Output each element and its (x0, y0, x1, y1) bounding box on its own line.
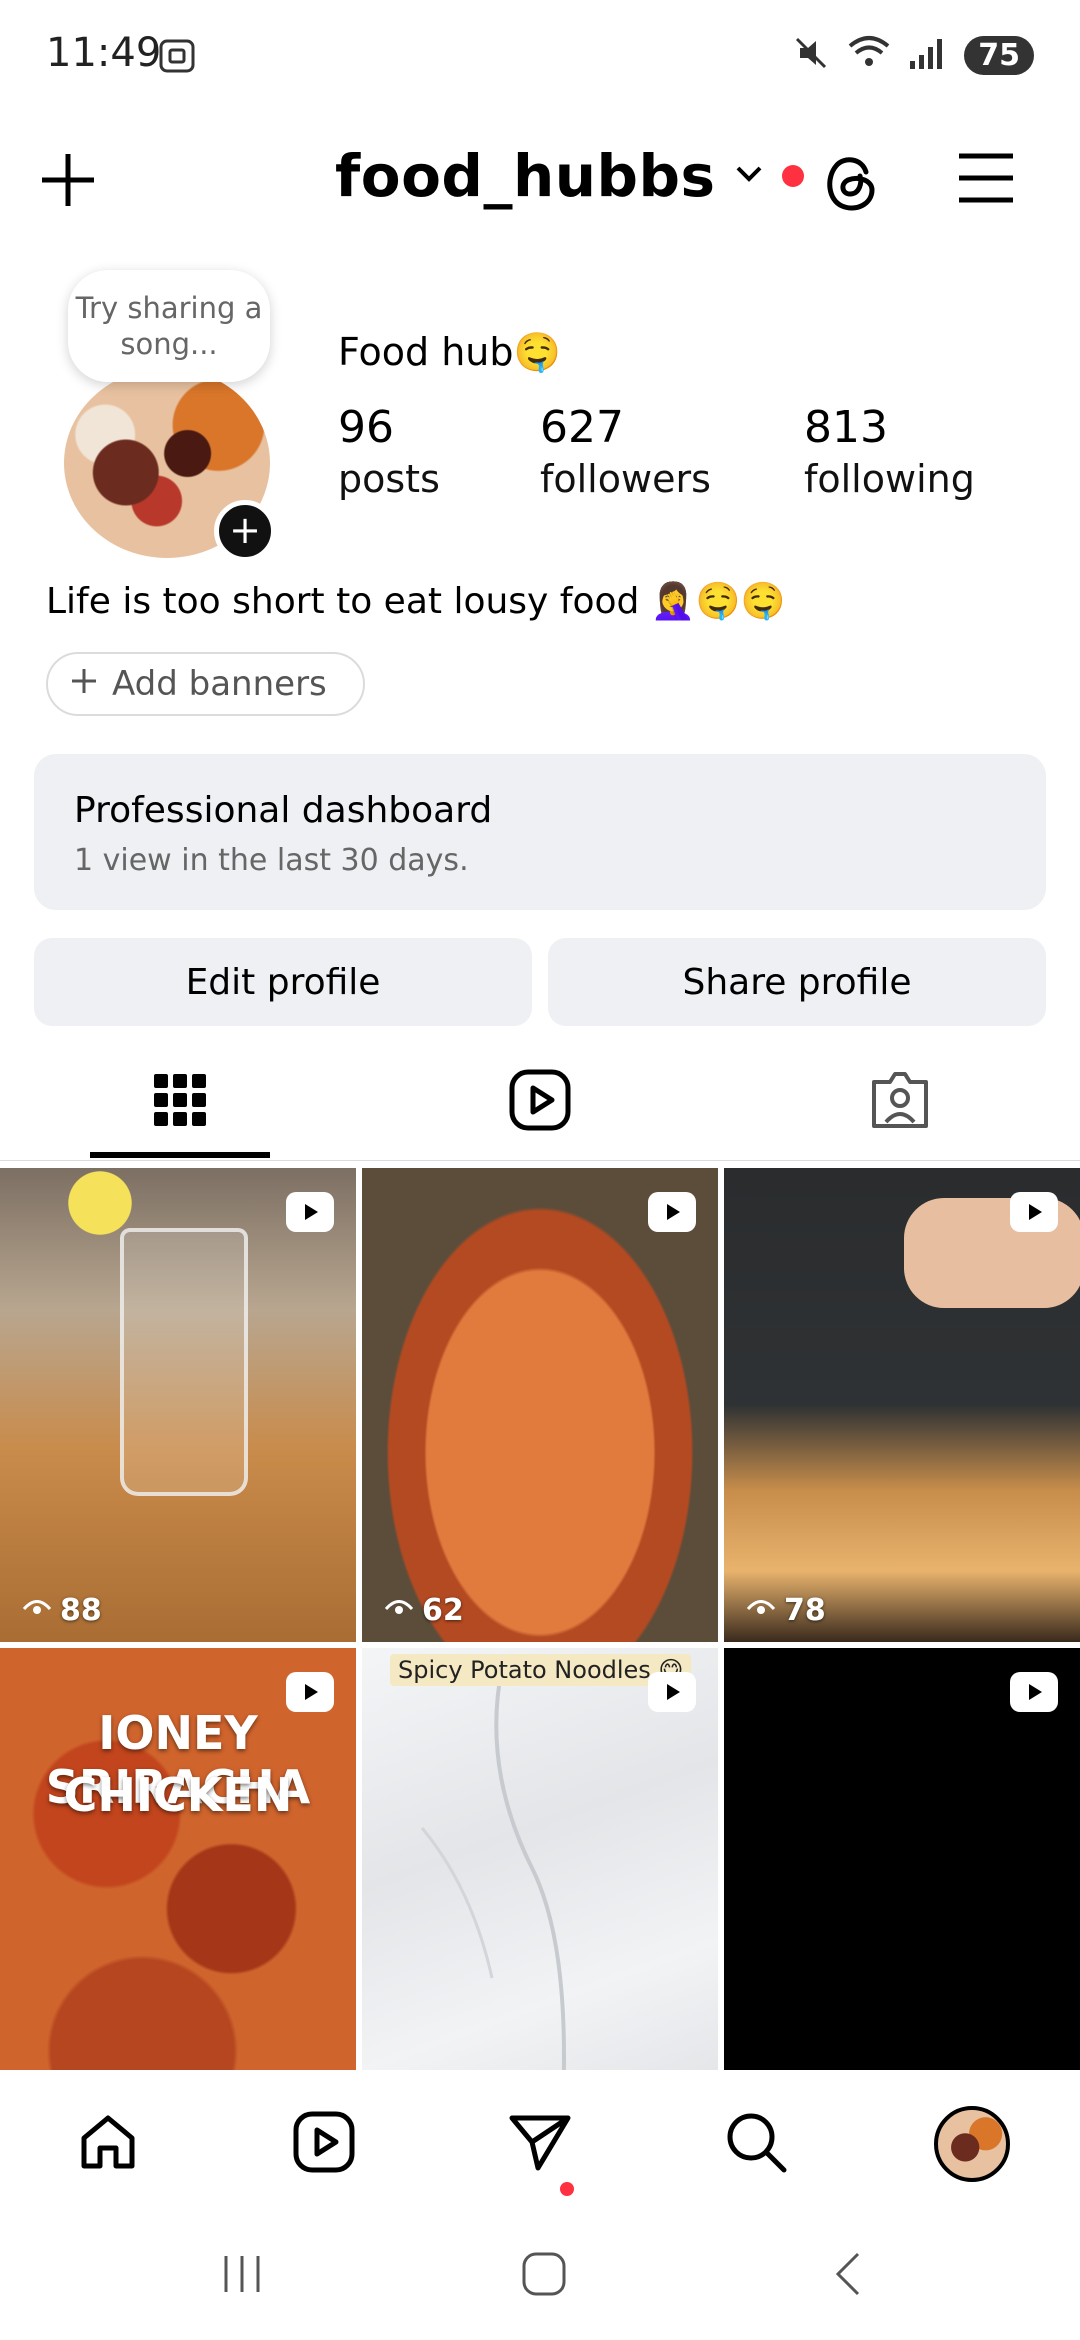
add-banners-button[interactable]: Add banners (46, 652, 365, 716)
status-bar: 11:49 75 (0, 0, 1080, 110)
post-tile[interactable]: Spicy Potato Noodles 😋 (362, 1648, 718, 2070)
post-tile[interactable] (724, 1648, 1080, 2070)
mute-icon (792, 34, 830, 76)
create-plus-icon[interactable] (38, 150, 98, 214)
profile-header: food_hubbs (0, 130, 1080, 230)
grid-icon (152, 1072, 208, 1132)
profile-avatar-icon (934, 2106, 1010, 2182)
view-count: 62 (384, 1593, 464, 1628)
profile-avatar[interactable]: + (64, 368, 276, 562)
display-name: Food hub🤤 (338, 330, 561, 374)
tagged-person-icon (868, 1068, 932, 1136)
bio-text: Life is too short to eat lousy food 🤦‍♀️… (46, 581, 786, 622)
post-tile[interactable]: 78 (724, 1168, 1080, 1642)
stat-followers[interactable]: 627 followers (540, 402, 711, 501)
view-count: 88 (22, 1593, 102, 1628)
view-count-value: 88 (60, 1593, 102, 1628)
eye-icon (22, 1593, 52, 1628)
view-count: 78 (746, 1593, 826, 1628)
wifi-icon (846, 34, 892, 76)
signal-icon (908, 35, 948, 75)
stat-following[interactable]: 813 following (804, 402, 975, 501)
reels-icon (508, 1068, 572, 1136)
stat-value: 627 (540, 402, 624, 453)
battery-level: 75 (964, 35, 1034, 75)
nav-profile[interactable] (932, 2104, 1012, 2184)
profile-stats: 96 posts 627 followers 813 following (338, 402, 1038, 512)
nav-home[interactable] (68, 2104, 148, 2184)
screenshot-icon (158, 38, 196, 78)
eye-icon (384, 1593, 414, 1628)
nav-search[interactable] (716, 2104, 796, 2184)
stat-value: 813 (804, 402, 888, 453)
share-profile-button[interactable]: Share profile (548, 938, 1046, 1026)
reel-icon (1010, 1192, 1058, 1232)
add-banners-label: Add banners (112, 664, 327, 704)
profile-tabs (0, 1040, 1080, 1161)
recents-icon (218, 2252, 266, 2300)
search-icon (724, 2110, 788, 2178)
nav-reels[interactable] (284, 2104, 364, 2184)
active-tab-indicator (90, 1152, 270, 1158)
reel-icon (286, 1192, 334, 1232)
eye-icon (746, 1593, 776, 1628)
username: food_hubbs (335, 142, 716, 210)
stat-label: followers (540, 457, 711, 501)
back-button[interactable] (808, 2244, 888, 2308)
reels-icon (292, 2110, 356, 2178)
threads-icon[interactable] (820, 150, 882, 220)
plus-icon (70, 664, 98, 704)
post-tile[interactable]: IONEY SRIRACHA CHICKEN (0, 1648, 356, 2070)
post-overlay-subtitle: CHICKEN (63, 1768, 293, 1822)
glass-shape (120, 1228, 248, 1496)
nav-messages[interactable] (500, 2104, 580, 2196)
add-story-icon[interactable]: + (214, 500, 276, 562)
tab-tagged[interactable] (860, 1062, 940, 1142)
stat-posts[interactable]: 96 posts (338, 402, 440, 501)
chevron-down-icon (734, 162, 764, 190)
notification-dot (781, 165, 804, 187)
post-caption: Spicy Potato Noodles 😋 (390, 1654, 692, 1686)
song-prompt-bubble[interactable]: Try sharing a song... (68, 270, 270, 382)
tab-reels[interactable] (500, 1062, 580, 1142)
posts-grid: 88 62 78 IONEY SRIRACHA CHICKEN Spicy Po… (0, 1168, 1080, 2070)
reel-icon (648, 1672, 696, 1712)
home-icon (76, 2110, 140, 2178)
flower-shape (30, 1168, 170, 1238)
back-chevron-icon (828, 2250, 868, 2302)
reel-icon (1010, 1672, 1058, 1712)
direct-message-icon (508, 2110, 572, 2178)
stat-value: 96 (338, 402, 394, 453)
home-button[interactable] (504, 2244, 584, 2308)
post-tile[interactable]: 88 (0, 1168, 356, 1642)
bottom-nav (0, 2070, 1080, 2210)
status-time: 11:49 (46, 30, 162, 76)
dashboard-subtitle: 1 view in the last 30 days. (74, 843, 469, 878)
message-notification-dot (560, 2182, 574, 2196)
system-nav (0, 2210, 1080, 2340)
view-count-value: 78 (784, 1593, 826, 1628)
view-count-value: 62 (422, 1593, 464, 1628)
home-square-icon (520, 2250, 568, 2302)
edit-profile-button[interactable]: Edit profile (34, 938, 532, 1026)
post-tile[interactable]: 62 (362, 1168, 718, 1642)
reel-icon (648, 1192, 696, 1232)
professional-dashboard[interactable]: Professional dashboard 1 view in the las… (34, 754, 1046, 910)
account-switcher[interactable]: food_hubbs (335, 142, 804, 210)
menu-icon[interactable] (955, 150, 1017, 210)
stat-label: posts (338, 457, 440, 501)
dashboard-title: Professional dashboard (74, 790, 493, 831)
stat-label: following (804, 457, 975, 501)
recents-button[interactable] (202, 2244, 282, 2308)
tab-grid[interactable] (140, 1062, 220, 1142)
